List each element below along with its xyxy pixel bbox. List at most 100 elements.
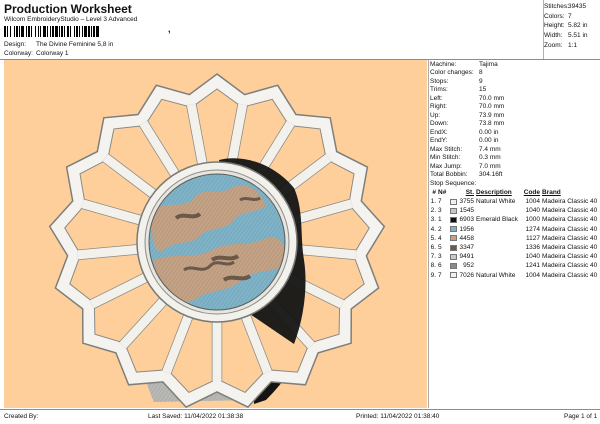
machine-info: Machine: Tajima Color changes: 8 Stops: 9 Trim… — [429, 60, 600, 179]
thread-color-swatch — [450, 198, 457, 205]
col-code-header: Code — [523, 189, 540, 196]
colorway-row: Colorway: Colorway 1 — [4, 50, 69, 57]
stitch-count: 6903 — [459, 216, 474, 224]
info-label: Stops: — [430, 77, 449, 85]
thread-brand: Madeira Classic 40 — [542, 234, 598, 242]
last-saved: Last Saved: 11/04/2022 01:38:38 — [148, 413, 244, 420]
machine-info-row: Machine: Tajima — [429, 60, 600, 69]
info-label: Max Stitch: — [430, 145, 463, 153]
stop-index: 7. — [430, 253, 436, 261]
machine-info-row: EndX: 0.00 in — [429, 128, 600, 137]
stop-row: 8. 6 952 1241 Madeira Classic 40 — [429, 261, 600, 270]
needle-number: 2 — [438, 225, 442, 233]
stat-row: Zoom: 1:1 — [544, 40, 600, 50]
info-label: Total Bobbin: — [430, 171, 468, 179]
stat-label: Colors: — [544, 12, 565, 20]
stat-row: Colors: 7 — [544, 12, 600, 22]
col-brand-header: Brand — [542, 189, 561, 196]
info-value: 0.00 in — [479, 137, 499, 145]
machine-info-row: Total Bobbin: 304.16ft — [429, 171, 600, 180]
stat-label: Width: — [544, 32, 563, 40]
info-value: 8 — [479, 69, 483, 77]
info-label: Trims: — [430, 86, 448, 94]
stop-index: 6. — [430, 244, 436, 252]
thread-color-swatch — [450, 253, 457, 260]
thread-code: 1004 — [525, 198, 540, 206]
thread-brand: Madeira Classic 40 — [542, 244, 598, 252]
info-value: 304.16ft — [479, 171, 503, 179]
machine-info-row: Right: 70.0 mm — [429, 103, 600, 112]
stop-index: 2. — [430, 207, 436, 215]
info-label: Max Jump: — [430, 162, 462, 170]
stop-index: 5. — [430, 234, 436, 242]
stop-sequence-list: 1. 7 3755 Natural White 1004 Madeira Classic … — [429, 197, 600, 280]
printed-date: Printed: 11/04/2022 01:38:40 — [356, 413, 440, 420]
info-label: Up: — [430, 111, 441, 119]
stat-value: 39435 — [568, 3, 587, 11]
thread-code: 1336 — [525, 244, 540, 252]
machine-info-row: Stops: 9 — [429, 77, 600, 86]
stat-label: Height: — [544, 22, 565, 30]
worksheet-footer: Created By: Last Saved: 11/04/2022 01:38… — [0, 410, 600, 424]
thread-code: 1040 — [525, 207, 540, 215]
info-value: 70.0 mm — [479, 103, 505, 111]
stop-sequence-title: Stop Sequence: — [430, 180, 477, 187]
machine-info-row: Min Stitch: 0.3 mm — [429, 154, 600, 163]
thread-code: 1000 — [525, 216, 540, 224]
stop-index: 3. — [430, 216, 436, 224]
thread-code: 1040 — [525, 253, 540, 261]
stop-row: 5. 4 4458 1127 Madeira Classic 40 — [429, 234, 600, 243]
machine-info-row: Max Stitch: 7.4 mm — [429, 145, 600, 154]
stat-value: 7 — [568, 12, 572, 20]
machine-info-row: Up: 73.9 mm — [429, 111, 600, 120]
stat-row: Height: 5.82 in — [544, 21, 600, 31]
needle-number: 6 — [438, 262, 442, 270]
thread-brand: Madeira Classic 40 — [542, 262, 598, 270]
stop-row: 7. 3 9491 1040 Madeira Classic 40 — [429, 252, 600, 261]
software-name: Wilcom EmbroideryStudio – Level 3 Advanc… — [4, 16, 138, 23]
stop-index: 1. — [430, 198, 436, 206]
page-title: Production Worksheet — [4, 2, 132, 16]
thread-color-swatch — [450, 244, 457, 251]
info-label: Right: — [430, 103, 447, 111]
stop-row: 9. 7 7026 Natural White 1004 Madeira Classic … — [429, 271, 600, 280]
stop-row: 3. 1 6903 Emerald Black 1000 Madeira Classic … — [429, 215, 600, 224]
needle-number: 7 — [438, 271, 442, 279]
stitch-count: 7026 — [459, 271, 474, 279]
thread-description: Emerald Black — [476, 216, 518, 224]
thread-color-swatch — [450, 272, 457, 279]
thread-color-swatch — [450, 226, 457, 233]
thread-code: 1241 — [525, 262, 540, 270]
stop-index: 4. — [430, 225, 436, 233]
thread-color-swatch — [450, 262, 457, 269]
stat-value: 5.51 in — [568, 32, 588, 40]
design-row: Design: The Divine Feminine 5,8 in — [4, 41, 113, 48]
stop-sequence-header: # N# St. Description Code Brand — [429, 188, 600, 197]
stat-label: Zoom: — [544, 41, 563, 49]
info-label: Down: — [430, 120, 449, 128]
thread-brand: Madeira Classic 40 — [542, 271, 598, 279]
machine-info-row: Trims: 15 — [429, 86, 600, 95]
info-label: Left: — [430, 94, 443, 102]
thread-brand: Madeira Classic 40 — [542, 198, 598, 206]
col-st-header: St. — [465, 189, 474, 196]
stats-block: Stitches: 39435 Colors: 7 Height: 5.82 in Widt… — [544, 2, 600, 50]
design-info-panel: Machine: Tajima Color changes: 8 Stops: 9 Trim… — [428, 60, 600, 408]
thread-color-swatch — [450, 216, 457, 223]
embroidery-design-image — [48, 73, 386, 408]
machine-info-row: Max Jump: 7.0 mm — [429, 162, 600, 171]
stat-row: Width: 5.51 in — [544, 31, 600, 41]
info-value: Tajima — [479, 60, 498, 68]
stitch-count: 3347 — [459, 244, 474, 252]
stat-label: Stitches: — [544, 3, 569, 11]
thread-code: 1127 — [526, 234, 540, 242]
ring-spoke — [77, 244, 138, 260]
col-n-header: N# — [438, 189, 447, 196]
needle-number: 3 — [438, 253, 442, 261]
thread-brand: Madeira Classic 40 — [542, 253, 598, 261]
thread-brand: Madeira Classic 40 — [542, 207, 598, 215]
machine-info-row: EndY: 0.00 in — [429, 137, 600, 146]
info-value: 73.8 mm — [479, 120, 505, 128]
machine-info-row: Color changes: 8 — [429, 69, 600, 78]
needle-number: 7 — [438, 198, 442, 206]
